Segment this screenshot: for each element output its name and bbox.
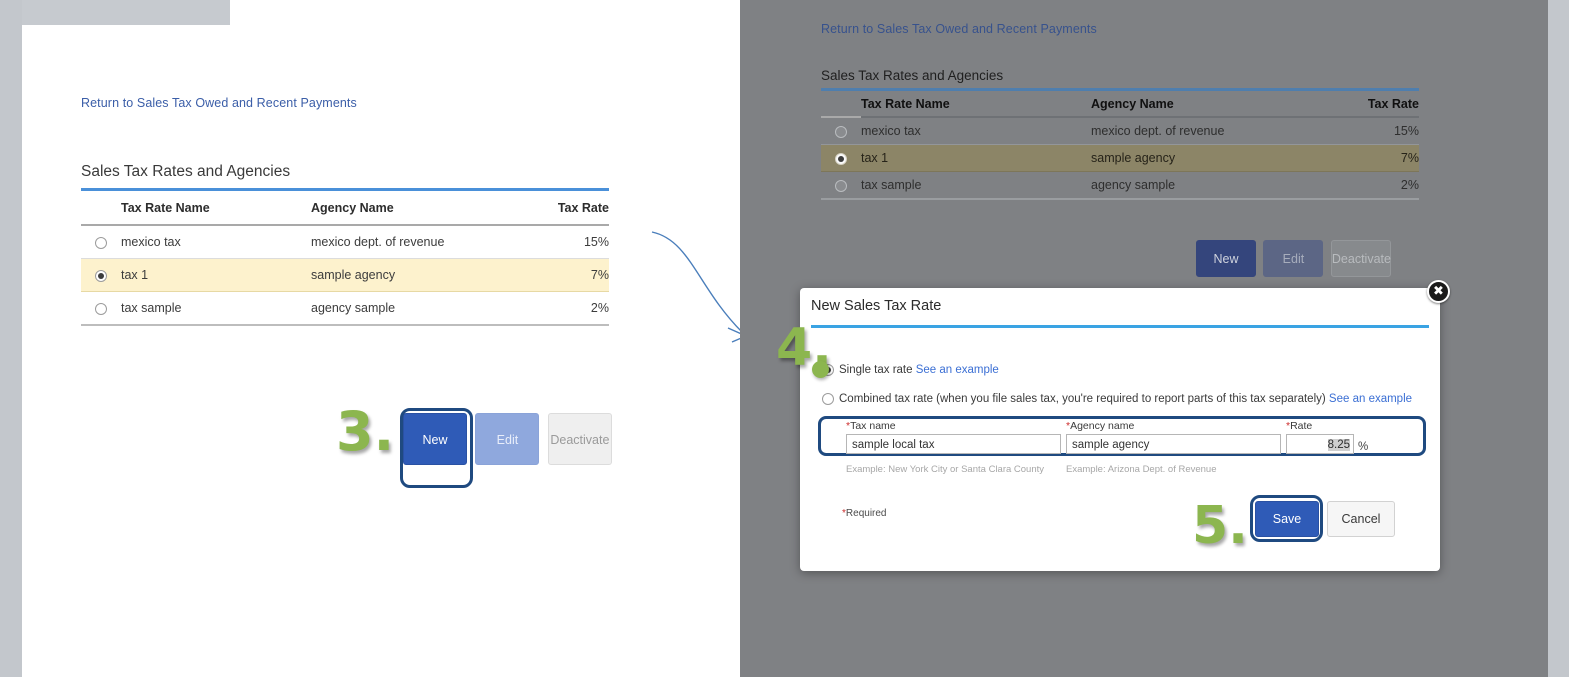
row-tax-rate: 7% <box>1339 144 1419 172</box>
option-single-tax-rate[interactable]: Single tax rate See an example <box>822 364 999 376</box>
row-tax-rate-name: mexico tax <box>861 117 1091 145</box>
single-see-example-link[interactable]: See an example <box>916 364 999 376</box>
left-gutter <box>0 0 22 677</box>
row-radio-icon[interactable] <box>835 125 847 138</box>
row-radio-icon[interactable] <box>835 179 847 192</box>
new-sales-tax-rate-dialog: New Sales Tax Rate Single tax rate See a… <box>800 288 1440 571</box>
table-header-radio <box>821 91 861 118</box>
row-radio-icon-selected[interactable] <box>835 152 847 165</box>
new-button-right[interactable]: New <box>1196 240 1256 277</box>
combined-tax-rate-label: Combined tax rate (when you file sales t… <box>839 393 1326 406</box>
combined-see-example-link[interactable]: See an example <box>1329 393 1412 405</box>
row-agency-name: sample agency <box>311 258 519 292</box>
step-marker-5: 5. <box>1192 496 1248 556</box>
row-radio-cell[interactable] <box>821 171 861 200</box>
table-header-tax-rate: Tax Rate <box>519 191 609 226</box>
top-strip <box>22 0 230 25</box>
table-header-tax-rate-name: Tax Rate Name <box>861 91 1091 118</box>
row-agency-name: mexico dept. of revenue <box>311 225 519 259</box>
table-row[interactable]: mexico tax mexico dept. of revenue 15% <box>81 225 609 259</box>
table-header-row: Tax Rate Name Agency Name Tax Rate <box>81 191 609 226</box>
row-tax-rate: 15% <box>1339 117 1419 145</box>
table-row[interactable]: mexico tax mexico dept. of revenue 15% <box>821 117 1419 145</box>
option-combined-tax-rate[interactable]: Combined tax rate (when you file sales t… <box>822 393 1412 405</box>
row-agency-name: agency sample <box>311 291 519 326</box>
row-tax-rate: 2% <box>1339 171 1419 200</box>
row-tax-rate-name: tax 1 <box>121 258 311 292</box>
combined-tax-rate-radio[interactable] <box>822 393 834 405</box>
row-tax-rate-name: mexico tax <box>121 225 311 259</box>
row-radio-cell[interactable] <box>821 117 861 145</box>
save-button[interactable]: Save <box>1255 501 1319 537</box>
rate-field: *Rate 8.25 <box>1286 420 1354 454</box>
row-radio-cell[interactable] <box>81 291 121 326</box>
tax-name-hint: Example: New York City or Santa Clara Co… <box>846 464 1045 475</box>
agency-name-hint: Example: Arizona Dept. of Revenue <box>1066 464 1217 475</box>
rate-percent-suffix: % <box>1358 441 1369 453</box>
table-header-row: Tax Rate Name Agency Name Tax Rate <box>821 91 1419 118</box>
tax-rates-table-left: Tax Rate Name Agency Name Tax Rate mexic… <box>81 188 609 326</box>
close-icon[interactable]: ✖ <box>1427 280 1450 303</box>
tax-name-field: *Tax name sample local tax <box>846 420 1061 454</box>
step-4-pointer-dot <box>812 361 829 378</box>
dialog-title-rule <box>811 325 1429 328</box>
edit-button-right[interactable]: Edit <box>1263 240 1324 277</box>
row-radio-icon[interactable] <box>95 302 107 315</box>
row-agency-name: agency sample <box>1091 171 1339 200</box>
row-radio-cell[interactable] <box>81 258 121 292</box>
action-buttons-right: New Edit Deactivate <box>1196 240 1394 277</box>
step-marker-3: 3. <box>336 400 395 463</box>
table-header-tax-rate-name: Tax Rate Name <box>121 191 311 226</box>
table-header-tax-rate: Tax Rate <box>1339 91 1419 118</box>
table-header-agency-name: Agency Name <box>311 191 519 226</box>
return-link-left[interactable]: Return to Sales Tax Owed and Recent Paym… <box>81 96 357 110</box>
tax-name-label: *Tax name <box>846 420 896 432</box>
cancel-button[interactable]: Cancel <box>1327 501 1395 537</box>
new-button-left[interactable]: New <box>403 413 467 465</box>
row-tax-rate: 2% <box>519 291 609 326</box>
rate-input-selected-value: 8.25 <box>1327 439 1350 451</box>
row-tax-rate: 7% <box>519 258 609 292</box>
table-row-selected[interactable]: tax 1 sample agency 7% <box>81 258 609 292</box>
edit-button-left[interactable]: Edit <box>475 413 540 465</box>
table-row-selected[interactable]: tax 1 sample agency 7% <box>821 144 1419 172</box>
action-buttons-left: New Edit Deactivate <box>403 413 616 465</box>
table-header-radio <box>81 191 121 226</box>
agency-name-label: *Agency name <box>1066 420 1135 432</box>
tax-name-input[interactable]: sample local tax <box>846 434 1061 454</box>
rate-input[interactable]: 8.25 <box>1286 434 1354 454</box>
tax-rates-table-right: Tax Rate Name Agency Name Tax Rate mexic… <box>821 88 1419 200</box>
dialog-title: New Sales Tax Rate <box>811 298 942 314</box>
single-tax-rate-label: Single tax rate <box>839 364 913 377</box>
row-agency-name: sample agency <box>1091 144 1339 172</box>
row-radio-cell[interactable] <box>821 144 861 172</box>
row-radio-icon-selected[interactable] <box>95 269 107 282</box>
row-radio-cell[interactable] <box>81 225 121 259</box>
section-title-right: Sales Tax Rates and Agencies <box>821 68 1004 83</box>
agency-name-field: *Agency name sample agency <box>1066 420 1281 454</box>
deactivate-button-right[interactable]: Deactivate <box>1330 240 1391 277</box>
row-agency-name: mexico dept. of revenue <box>1091 117 1339 145</box>
table-row[interactable]: tax sample agency sample 2% <box>81 291 609 326</box>
agency-name-input[interactable]: sample agency <box>1066 434 1281 454</box>
rate-label: *Rate <box>1286 420 1313 432</box>
return-link-right[interactable]: Return to Sales Tax Owed and Recent Paym… <box>821 22 1097 36</box>
table-row[interactable]: tax sample agency sample 2% <box>821 171 1419 200</box>
required-note: *Required <box>842 508 887 519</box>
row-tax-rate-name: tax sample <box>861 171 1091 200</box>
right-gutter <box>1548 0 1569 677</box>
row-tax-rate: 15% <box>519 225 609 259</box>
section-title-left: Sales Tax Rates and Agencies <box>81 163 291 180</box>
row-tax-rate-name: tax 1 <box>861 144 1091 172</box>
deactivate-button-left[interactable]: Deactivate <box>547 413 612 465</box>
row-radio-icon[interactable] <box>95 236 107 249</box>
table-header-agency-name: Agency Name <box>1091 91 1339 118</box>
row-tax-rate-name: tax sample <box>121 291 311 326</box>
